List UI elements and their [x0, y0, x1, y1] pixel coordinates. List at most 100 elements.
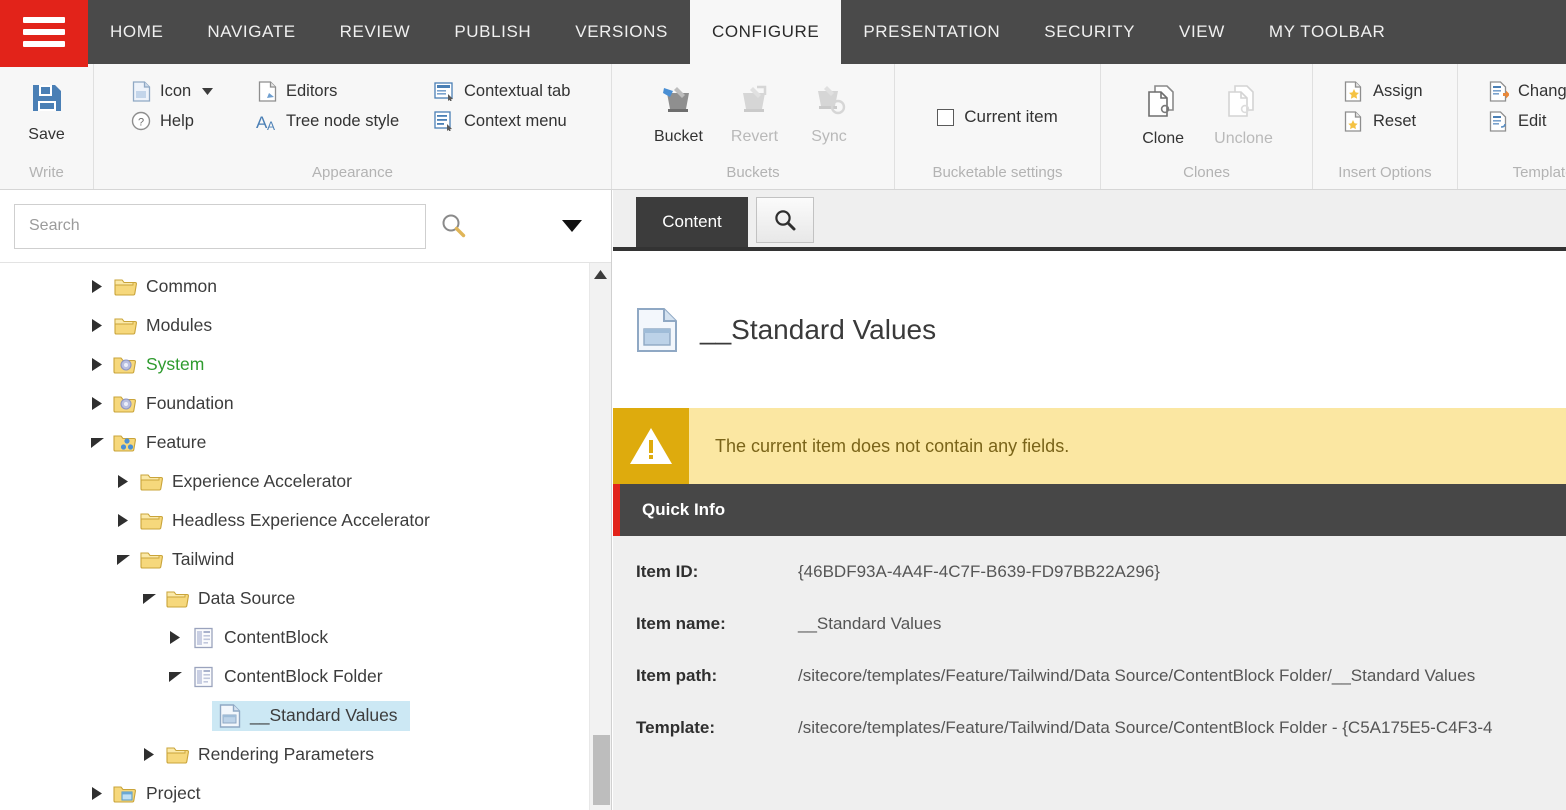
tree-node-label: Experience Accelerator: [172, 471, 352, 492]
editors-button[interactable]: Editors: [250, 76, 412, 106]
tree-expand-arrow-icon[interactable]: [164, 631, 186, 644]
tab-presentation[interactable]: PRESENTATION: [841, 0, 1022, 64]
tree-node-content[interactable]: Common: [108, 273, 229, 301]
tree-expand-arrow-icon[interactable]: [86, 358, 108, 371]
tab-search[interactable]: [756, 197, 814, 243]
tree-node-style-button[interactable]: AA Tree node style: [250, 106, 412, 136]
tree-node-label: __Standard Values: [250, 705, 398, 726]
tree-collapse-arrow-icon[interactable]: [112, 555, 134, 565]
document-icon: [130, 80, 152, 102]
tree-node-label: Modules: [146, 315, 212, 336]
tree-expand-arrow-icon[interactable]: [86, 397, 108, 410]
bucket-sync-icon: [808, 78, 850, 122]
tree-node-content[interactable]: __Standard Values: [212, 701, 410, 731]
tree-node-content[interactable]: Foundation: [108, 390, 246, 418]
ribbon-group-bucketable-settings: Current item Bucketable settings: [895, 64, 1101, 189]
tree-collapse-arrow-icon[interactable]: [86, 438, 108, 448]
current-item-checkbox[interactable]: [937, 109, 954, 126]
tree-node-content[interactable]: Project: [108, 780, 212, 808]
save-button-label: Save: [28, 126, 64, 144]
tree-node[interactable]: Rendering Parameters: [0, 735, 589, 774]
insert-options-col: Assign Reset: [1329, 72, 1437, 140]
reset-button[interactable]: Reset: [1337, 106, 1429, 136]
clone-button[interactable]: Clone: [1126, 76, 1200, 152]
tree-node-content[interactable]: Data Source: [160, 585, 307, 613]
tab-publish[interactable]: PUBLISH: [432, 0, 553, 64]
tree-node[interactable]: Feature: [0, 423, 589, 462]
tree-node[interactable]: ContentBlock Folder: [0, 657, 589, 696]
tab-versions[interactable]: VERSIONS: [553, 0, 690, 64]
tab-navigate[interactable]: NAVIGATE: [185, 0, 317, 64]
tab-review[interactable]: REVIEW: [318, 0, 433, 64]
contextual-tab-button[interactable]: Contextual tab: [428, 76, 602, 106]
tree-node-content[interactable]: Feature: [108, 429, 218, 457]
quick-info-value: __Standard Values: [798, 614, 941, 634]
quick-info-key: Item name:: [636, 614, 798, 634]
tree-node-content[interactable]: System: [108, 351, 216, 379]
tree-node[interactable]: ContentBlock: [0, 618, 589, 657]
change-template-button[interactable]: Change: [1482, 76, 1566, 106]
tree-node[interactable]: Project: [0, 774, 589, 810]
tab-configure[interactable]: CONFIGURE: [690, 0, 841, 64]
tab-view[interactable]: VIEW: [1157, 0, 1247, 64]
tree-node[interactable]: Foundation: [0, 384, 589, 423]
edit-template-button[interactable]: Edit: [1482, 106, 1566, 136]
tree-collapse-arrow-icon[interactable]: [138, 594, 160, 604]
tab-content[interactable]: Content: [636, 197, 748, 247]
tab-my-toolbar[interactable]: MY TOOLBAR: [1247, 0, 1408, 64]
font-style-icon: AA: [256, 110, 278, 132]
scroll-up-button[interactable]: [590, 263, 611, 285]
tree-expand-arrow-icon[interactable]: [86, 319, 108, 332]
ribbon-group-buckets-title: Buckets: [612, 162, 894, 189]
tree-node[interactable]: Tailwind: [0, 540, 589, 579]
tree-node-content[interactable]: Rendering Parameters: [160, 741, 386, 769]
tree-node-content[interactable]: Tailwind: [134, 546, 246, 574]
folder-icon: [112, 315, 140, 337]
main-menu-button[interactable]: [0, 0, 88, 64]
quick-info-header[interactable]: Quick Info: [613, 484, 1566, 536]
ribbon-group-buckets: Bucket Revert: [612, 64, 895, 189]
tree-expand-arrow-icon[interactable]: [86, 787, 108, 800]
quick-info-value: /sitecore/templates/Feature/Tailwind/Dat…: [798, 666, 1475, 686]
tree-node[interactable]: Common: [0, 267, 589, 306]
tree-node-content[interactable]: Modules: [108, 312, 224, 340]
tree-node[interactable]: __Standard Values: [0, 696, 589, 735]
tree-node-content[interactable]: Headless Experience Accelerator: [134, 507, 442, 535]
folder-gear-icon: [112, 393, 140, 415]
assign-icon: [1343, 80, 1365, 102]
tab-security[interactable]: SECURITY: [1022, 0, 1157, 64]
tree-node[interactable]: Headless Experience Accelerator: [0, 501, 589, 540]
tree-expand-arrow-icon[interactable]: [112, 514, 134, 527]
tree-node-content[interactable]: Experience Accelerator: [134, 468, 364, 496]
ribbon-group-write: Save Write: [0, 64, 94, 189]
search-input[interactable]: [14, 204, 426, 249]
tree-node-content[interactable]: ContentBlock Folder: [186, 663, 395, 691]
tree-node[interactable]: Modules: [0, 306, 589, 345]
help-button[interactable]: ? Help: [124, 106, 234, 136]
tree-node[interactable]: System: [0, 345, 589, 384]
tree-node[interactable]: Data Source: [0, 579, 589, 618]
tree-expand-arrow-icon[interactable]: [112, 475, 134, 488]
tree-expand-arrow-icon[interactable]: [86, 280, 108, 293]
search-options-button[interactable]: [562, 220, 582, 232]
question-circle-icon: ?: [130, 110, 152, 132]
svg-text:?: ?: [138, 117, 144, 129]
context-menu-button[interactable]: Context menu: [428, 106, 602, 136]
search-button[interactable]: [426, 212, 482, 240]
tree-node[interactable]: Experience Accelerator: [0, 462, 589, 501]
bucket-button[interactable]: Bucket: [640, 74, 717, 150]
tab-home[interactable]: HOME: [88, 0, 185, 64]
tree-node-content[interactable]: ContentBlock: [186, 624, 340, 652]
save-button[interactable]: Save: [10, 72, 84, 148]
current-item-checkbox-row[interactable]: Current item: [927, 101, 1068, 133]
tree-scrollbar-thumb[interactable]: [593, 735, 610, 805]
ribbon-group-appearance: Icon ? Help Editors: [94, 64, 612, 189]
tree-collapse-arrow-icon[interactable]: [164, 672, 186, 682]
warning-text: The current item does not contain any fi…: [689, 408, 1069, 484]
template-col: Change Edit: [1474, 72, 1566, 140]
assign-button[interactable]: Assign: [1337, 76, 1429, 106]
tree-expand-arrow-icon[interactable]: [138, 748, 160, 761]
tree-vertical-scrollbar[interactable]: [589, 263, 611, 810]
revert-button: Revert: [717, 74, 792, 150]
icon-button[interactable]: Icon: [124, 76, 234, 106]
